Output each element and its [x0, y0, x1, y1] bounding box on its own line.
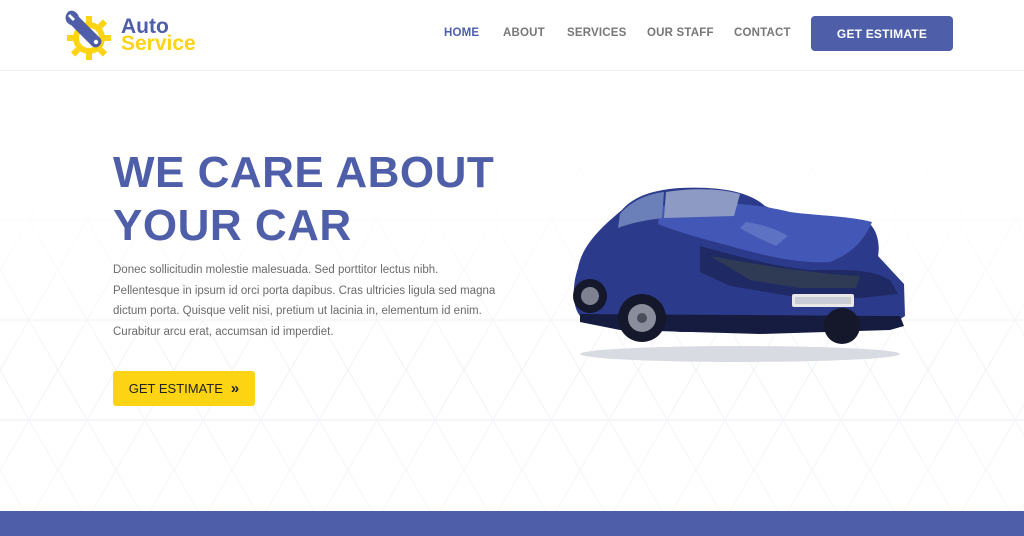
logo-text-line2: Service — [121, 32, 196, 55]
double-chevron-right-icon: » — [230, 380, 240, 397]
section-divider-band — [0, 511, 1024, 536]
hero-cta-label: GET ESTIMATE — [128, 381, 223, 396]
nav-item-contact[interactable]: CONTACT — [734, 27, 791, 39]
hero-headline-line2: YOUR CAR — [113, 201, 352, 250]
header-get-estimate-button[interactable]: GET ESTIMATE — [811, 16, 953, 51]
hero-headline: WE CARE ABOUT YOUR CAR — [113, 146, 553, 252]
hero-get-estimate-button[interactable]: GET ESTIMATE » — [113, 371, 255, 406]
site-header: Auto Service HOME ABOUT SERVICES OUR STA… — [0, 0, 1024, 71]
wrench-gear-icon — [65, 10, 111, 60]
logo[interactable]: Auto Service — [62, 8, 222, 62]
nav-item-about[interactable]: ABOUT — [503, 27, 545, 39]
hero-car-image — [573, 187, 905, 362]
nav-item-services[interactable]: SERVICES — [567, 27, 627, 39]
nav-item-our-staff[interactable]: OUR STAFF — [647, 27, 714, 39]
hero-headline-line1: WE CARE ABOUT — [113, 148, 495, 197]
nav-item-home[interactable]: HOME — [444, 27, 479, 39]
hero-body-text: Donec sollicitudin molestie malesuada. S… — [113, 264, 496, 338]
